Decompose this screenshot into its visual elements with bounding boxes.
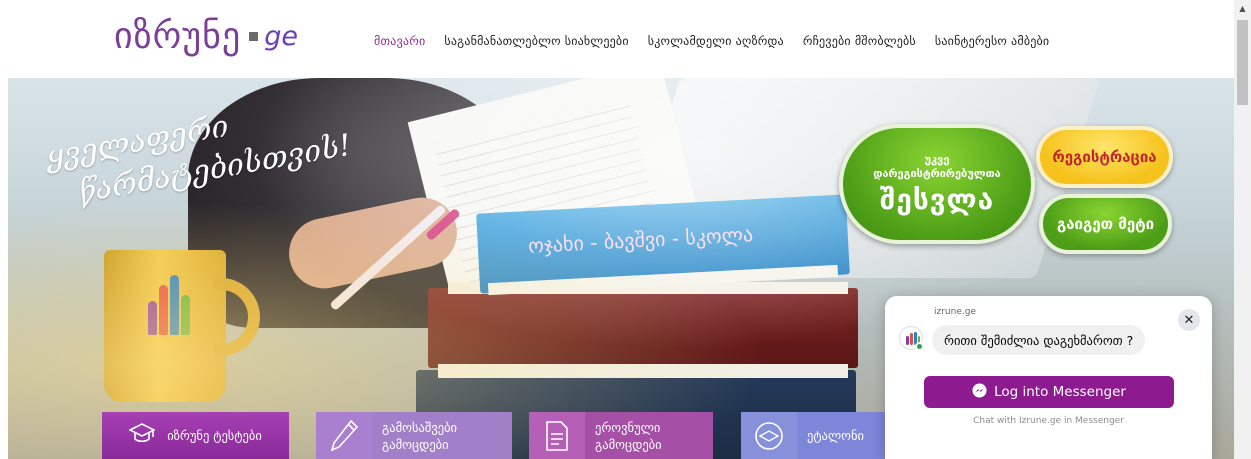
tile-national-exams[interactable]: ეროვნული გამოცდები — [529, 412, 713, 459]
close-icon: ✕ — [1183, 312, 1195, 328]
document-icon — [529, 412, 585, 459]
messenger-login-button[interactable]: Log into Messenger — [924, 376, 1174, 408]
logo-word: იზრუნე — [114, 16, 242, 57]
login-button-main: შესვლა — [879, 182, 995, 216]
login-button-top: უკვე — [924, 152, 950, 166]
tile-graduation-exams-line1: გამოსაშვები — [382, 419, 458, 435]
graduation-cap-icon — [128, 422, 156, 449]
login-button-middle: დარეგისტრირებულთა — [873, 166, 1001, 180]
logo-dot — [249, 32, 259, 41]
page-scrollbar[interactable]: ▲ — [1234, 0, 1251, 459]
register-button[interactable]: რეგისტრაცია — [1036, 126, 1173, 188]
messenger-chat-widget: izrune.ge ✕ რითი შემიძლია დაგეხმაროთ ? L… — [885, 296, 1212, 459]
chat-footer: Chat with Izrune.ge in Messenger — [973, 416, 1124, 426]
certificate-icon — [741, 412, 797, 459]
pencil-icon — [316, 412, 372, 459]
tile-izrune-tests[interactable]: იზრუნე ტესტები — [102, 412, 289, 459]
messenger-icon — [972, 382, 987, 402]
chat-close-button[interactable]: ✕ — [1178, 309, 1200, 331]
chat-page-name: izrune.ge — [934, 307, 976, 317]
tile-etaloni-label: ეტალონი — [807, 428, 865, 443]
tile-etaloni[interactable]: ეტალონი — [741, 412, 885, 459]
nav-item-education-news[interactable]: საგანმანათლებლო სიახლეები — [444, 34, 628, 48]
nav-item-home[interactable]: მთავარი — [374, 34, 425, 48]
tile-graduation-exams-label: გამოსაშვები გამოცდები — [372, 419, 457, 453]
tile-graduation-exams-line2: გამოცდები — [382, 436, 449, 452]
scroll-thumb[interactable] — [1237, 20, 1248, 105]
nav-item-preschool[interactable]: სკოლამდელი აღზრდა — [648, 34, 784, 48]
tile-national-exams-label: ეროვნული გამოცდები — [585, 419, 662, 453]
tile-national-exams-line1: ეროვნული — [595, 419, 661, 435]
tile-graduation-exams[interactable]: გამოსაშვები გამოცდები — [316, 412, 512, 459]
chat-greeting-message: რითი შემიძლია დაგეხმაროთ ? — [932, 325, 1146, 355]
site-header: იზრუნე ge მთავარი საგანმანათლებლო სიახლე… — [0, 0, 1234, 78]
member-login-button[interactable]: უკვე დარეგისტრირებულთა შესვლა — [839, 124, 1035, 244]
scroll-up-arrow-icon[interactable]: ▲ — [1234, 0, 1251, 17]
site-logo[interactable]: იზრუნე ge — [114, 16, 298, 57]
main-nav: მთავარი საგანმანათლებლო სიახლეები სკოლამ… — [374, 34, 1049, 48]
tile-izrune-tests-label: იზრუნე ტესტები — [167, 428, 262, 443]
online-status-icon — [915, 342, 924, 351]
logo-tld: ge — [264, 21, 298, 52]
learn-more-button[interactable]: გაიგეთ მეტი — [1039, 194, 1172, 254]
tile-national-exams-line2: გამოცდები — [595, 436, 662, 452]
nav-item-parent-tips[interactable]: რჩევები მშობლებს — [803, 34, 916, 48]
messenger-login-label: Log into Messenger — [994, 384, 1126, 400]
nav-item-interesting-stories[interactable]: საინტერესო ამბები — [935, 34, 1049, 48]
page: იზრუნე ge მთავარი საგანმანათლებლო სიახლე… — [0, 0, 1251, 459]
